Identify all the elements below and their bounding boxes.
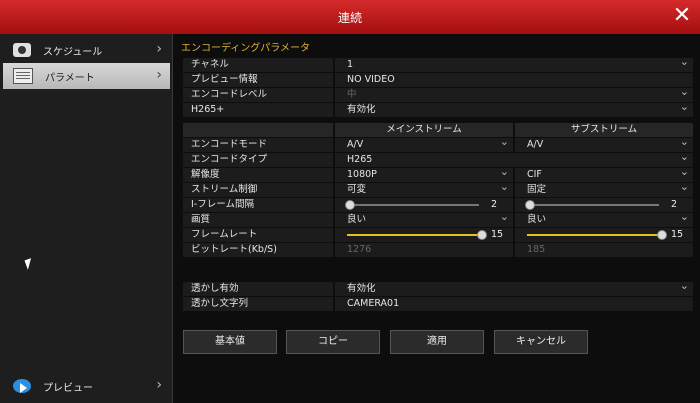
title-bar: 連続 ✕ xyxy=(0,0,700,35)
main-framerate-value: 15 xyxy=(491,229,504,240)
slider-knob[interactable] xyxy=(657,230,667,240)
bitrate-label: ビットレート(Kb/S) xyxy=(183,243,333,257)
sub-stream-control-select[interactable]: 固定 xyxy=(515,180,693,197)
sub-bitrate-field[interactable]: 185 xyxy=(515,243,693,257)
copy-button[interactable]: コピー xyxy=(286,330,380,354)
chevron-right-icon: › xyxy=(156,41,162,57)
sub-resolution-select[interactable]: CIF xyxy=(515,165,693,182)
encode-type-select[interactable]: H265 xyxy=(335,150,693,167)
slider-knob[interactable] xyxy=(477,230,487,240)
slider-knob[interactable] xyxy=(345,200,355,210)
watermark-text-field[interactable]: CAMERA01 xyxy=(335,297,693,311)
table-row: I-フレーム間隔 2 2 xyxy=(183,198,693,212)
main-quality-select[interactable]: 良い xyxy=(335,210,513,227)
cancel-button[interactable]: キャンセル xyxy=(494,330,588,354)
watermark-enable-label: 透かし有効 xyxy=(183,282,333,296)
watermark-enable-select[interactable]: 有効化 xyxy=(335,279,693,296)
watermark-text-label: 透かし文字列 xyxy=(183,297,333,311)
table-row: エンコードタイプ H265 xyxy=(183,150,693,167)
stream-control-label: ストリーム制御 xyxy=(183,183,333,197)
sub-quality-select[interactable]: 良い xyxy=(515,210,693,227)
preview-info-label: プレビュー情報 xyxy=(183,73,333,87)
sub-iframe-value: 2 xyxy=(671,199,678,210)
table-row: ストリーム制御 可変 固定 xyxy=(183,180,693,197)
sidebar-item-preview[interactable]: プレビュー › xyxy=(3,373,170,399)
chevron-right-icon: › xyxy=(156,67,162,83)
channel-row: チャネル 1 xyxy=(183,55,693,72)
section-title: エンコーディングパラメータ xyxy=(181,43,310,54)
table-row: 画質 良い 良い xyxy=(183,210,693,227)
sub-iframe-slider[interactable]: 2 xyxy=(515,198,693,212)
sidebar-item-label: プレビュー xyxy=(43,382,93,394)
channel-label: チャネル xyxy=(183,58,333,72)
sub-framerate-value: 15 xyxy=(671,229,684,240)
main-encode-mode-select[interactable]: A/V xyxy=(335,135,513,152)
h265-row: H265+ 有効化 xyxy=(183,100,693,117)
apply-button[interactable]: 適用 xyxy=(390,330,484,354)
iframe-interval-label: I-フレーム間隔 xyxy=(183,198,333,212)
encode-mode-label: エンコードモード xyxy=(183,138,333,152)
window-title: 連続 xyxy=(337,11,362,25)
channel-select[interactable]: 1 xyxy=(335,55,693,72)
sub-stream-header: サブストリーム xyxy=(515,123,693,137)
resolution-label: 解像度 xyxy=(183,168,333,182)
main-panel: エンコーディングパラメータ チャネル 1 プレビュー情報 NO VIDEO エン… xyxy=(173,34,700,403)
main-stream-control-select[interactable]: 可変 xyxy=(335,180,513,197)
default-button[interactable]: 基本値 xyxy=(183,330,277,354)
play-icon xyxy=(13,379,31,393)
sidebar: スケジュール › パラメート › プレビュー › xyxy=(0,34,173,403)
encode-level-select[interactable]: 中 xyxy=(335,85,693,102)
chevron-right-icon: › xyxy=(156,377,162,393)
slider-knob[interactable] xyxy=(525,200,535,210)
table-row: 解像度 1080P CIF xyxy=(183,165,693,182)
main-iframe-value: 2 xyxy=(491,199,498,210)
watermark-text-row: 透かし文字列 CAMERA01 xyxy=(183,297,693,311)
sidebar-item-label: パラメート xyxy=(45,72,95,84)
table-row: エンコードモード A/V A/V xyxy=(183,135,693,152)
preview-info-row: プレビュー情報 NO VIDEO xyxy=(183,73,693,87)
sidebar-item-parameter[interactable]: パラメート › xyxy=(3,63,170,89)
watermark-enable-row: 透かし有効 有効化 xyxy=(183,279,693,296)
encode-level-label: エンコードレベル xyxy=(183,88,333,102)
table-row: ビットレート(Kb/S) 1276 185 xyxy=(183,243,693,257)
main-resolution-select[interactable]: 1080P xyxy=(335,165,513,182)
camera-icon xyxy=(13,43,31,57)
h265-label: H265+ xyxy=(183,103,333,117)
sidebar-item-schedule[interactable]: スケジュール › xyxy=(3,37,170,63)
sub-framerate-slider[interactable]: 15 xyxy=(515,228,693,242)
main-framerate-slider[interactable]: 15 xyxy=(335,228,513,242)
parameter-icon xyxy=(13,68,33,84)
table-row: フレームレート 15 15 xyxy=(183,228,693,242)
encode-level-row: エンコードレベル 中 xyxy=(183,85,693,102)
encode-type-label: エンコードタイプ xyxy=(183,153,333,167)
quality-label: 画質 xyxy=(183,213,333,227)
main-stream-header: メインストリーム xyxy=(335,123,513,137)
close-icon[interactable]: ✕ xyxy=(670,3,694,29)
table-corner xyxy=(183,123,333,137)
main-bitrate-field[interactable]: 1276 xyxy=(335,243,513,257)
sub-encode-mode-select[interactable]: A/V xyxy=(515,135,693,152)
frame-rate-label: フレームレート xyxy=(183,228,333,242)
sidebar-item-label: スケジュール xyxy=(43,46,103,58)
preview-info-value: NO VIDEO xyxy=(335,73,693,87)
main-iframe-slider[interactable]: 2 xyxy=(335,198,513,212)
h265-select[interactable]: 有効化 xyxy=(335,100,693,117)
